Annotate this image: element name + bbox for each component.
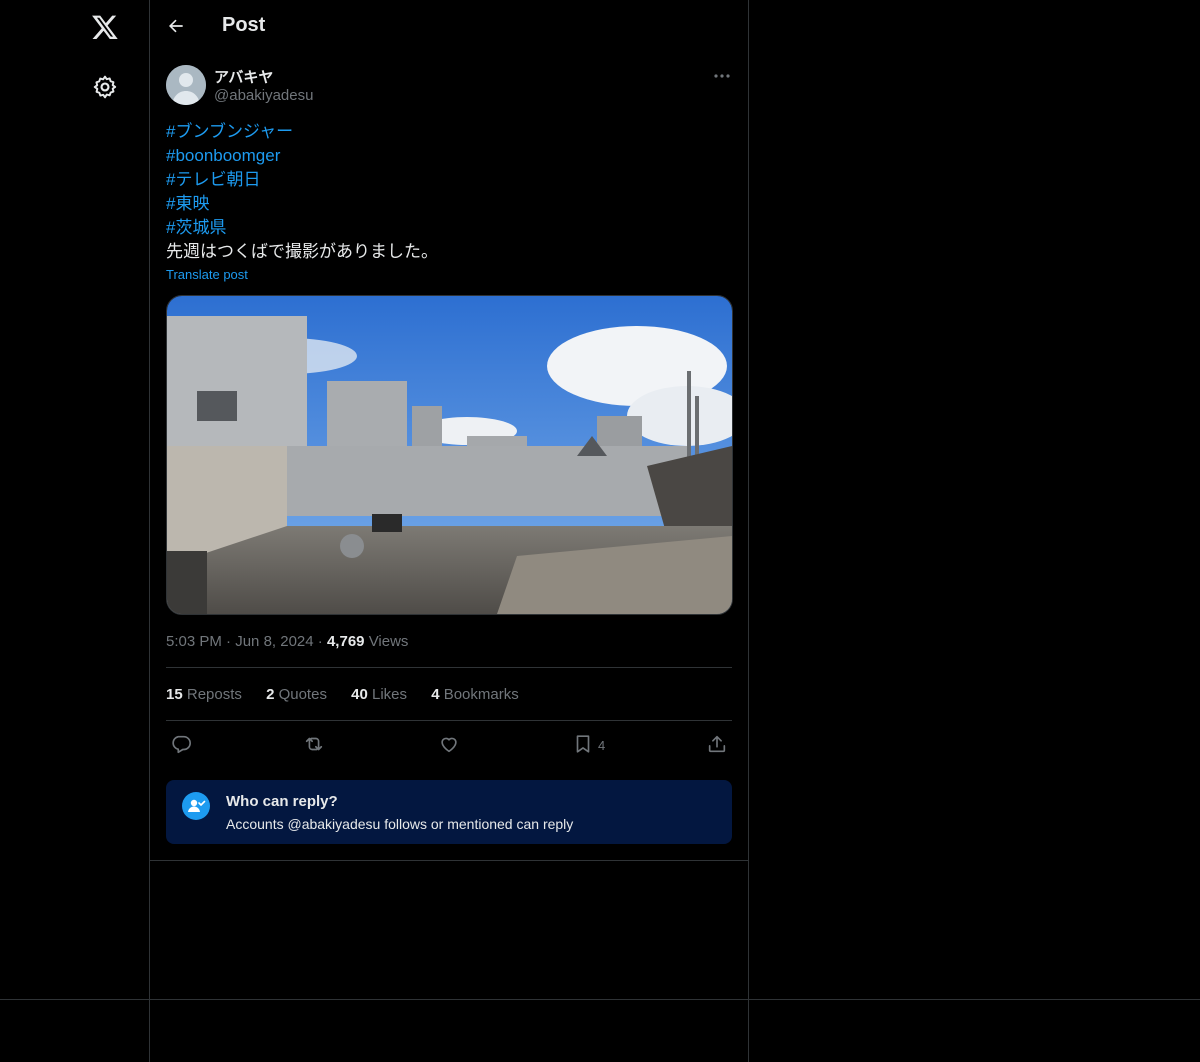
divider: [150, 860, 748, 861]
page-title: Post: [222, 14, 266, 36]
post-time[interactable]: 5:03 PM: [166, 633, 222, 650]
post-body: 先週はつくばで撮影がありました。: [166, 242, 438, 261]
engagement-stats: 15 Reposts 2 Quotes 40 Likes 4 Bookmarks: [166, 686, 539, 703]
page-divider: [748, 1000, 749, 1062]
more-options-icon[interactable]: [712, 66, 732, 86]
reply-restriction-notice: Who can reply? Accounts @abakiyadesu fol…: [166, 780, 732, 844]
reply-icon[interactable]: [170, 733, 192, 755]
views-label: Views: [368, 633, 409, 650]
divider: [166, 720, 732, 721]
views-count: 4,769: [326, 633, 365, 650]
bookmarks-count: 4: [431, 686, 440, 703]
share-icon[interactable]: [706, 733, 728, 755]
back-arrow-icon[interactable]: [166, 16, 186, 36]
meta-separator: ·: [226, 633, 232, 650]
hashtag-link[interactable]: #boonboomger: [166, 144, 438, 168]
quotes-stat[interactable]: 2 Quotes: [266, 686, 327, 703]
likes-stat[interactable]: 40 Likes: [351, 686, 407, 703]
page-divider: [0, 999, 1200, 1000]
like-icon[interactable]: [438, 733, 460, 755]
bookmarks-label: Bookmarks: [443, 686, 519, 703]
hashtag-link[interactable]: #東映: [166, 192, 438, 216]
page-divider: [149, 1000, 150, 1062]
hashtag-link[interactable]: #ブンブンジャー: [166, 120, 438, 144]
bookmark-icon[interactable]: [572, 733, 594, 755]
quotes-count: 2: [266, 686, 275, 703]
post-date[interactable]: Jun 8, 2024: [235, 633, 313, 650]
post-text: #ブンブンジャー #boonboomger #テレビ朝日 #東映 #茨城県 先週…: [166, 120, 438, 264]
left-nav: [0, 0, 150, 1000]
divider: [166, 667, 732, 668]
default-avatar-icon: [166, 65, 206, 105]
avatar[interactable]: [166, 65, 206, 105]
quotes-label: Quotes: [278, 686, 327, 703]
reposts-label: Reposts: [186, 686, 242, 703]
repost-icon[interactable]: [303, 733, 325, 755]
post-photo[interactable]: [166, 295, 733, 615]
bookmarks-stat[interactable]: 4 Bookmarks: [431, 686, 519, 703]
post-column: Post アバキヤ @abakiyadesu #ブンブンジャー #boonboo…: [150, 0, 749, 1000]
reply-restriction-icon: [182, 792, 210, 820]
hashtag-link[interactable]: #テレビ朝日: [166, 168, 438, 192]
likes-label: Likes: [371, 686, 408, 703]
meta-separator: ·: [317, 633, 323, 650]
photo-scene: [167, 296, 732, 614]
reply-restriction-subtitle: Accounts @abakiyadesu follows or mention…: [226, 816, 574, 832]
gear-icon[interactable]: [92, 74, 118, 100]
translate-post-link[interactable]: Translate post: [166, 267, 248, 282]
reply-restriction-title: Who can reply?: [226, 793, 338, 810]
action-bar: 4: [166, 733, 732, 759]
post-meta: 5:03 PM · Jun 8, 2024 · 4,769 Views: [166, 633, 408, 650]
display-name[interactable]: アバキヤ: [214, 66, 273, 87]
reposts-stat[interactable]: 15 Reposts: [166, 686, 242, 703]
x-logo-icon[interactable]: [91, 13, 119, 41]
bookmark-count: 4: [598, 738, 606, 753]
page-header: Post: [150, 0, 748, 53]
user-handle[interactable]: @abakiyadesu: [214, 87, 313, 104]
hashtag-link[interactable]: #茨城県: [166, 216, 438, 240]
reposts-count: 15: [166, 686, 183, 703]
likes-count: 40: [351, 686, 368, 703]
